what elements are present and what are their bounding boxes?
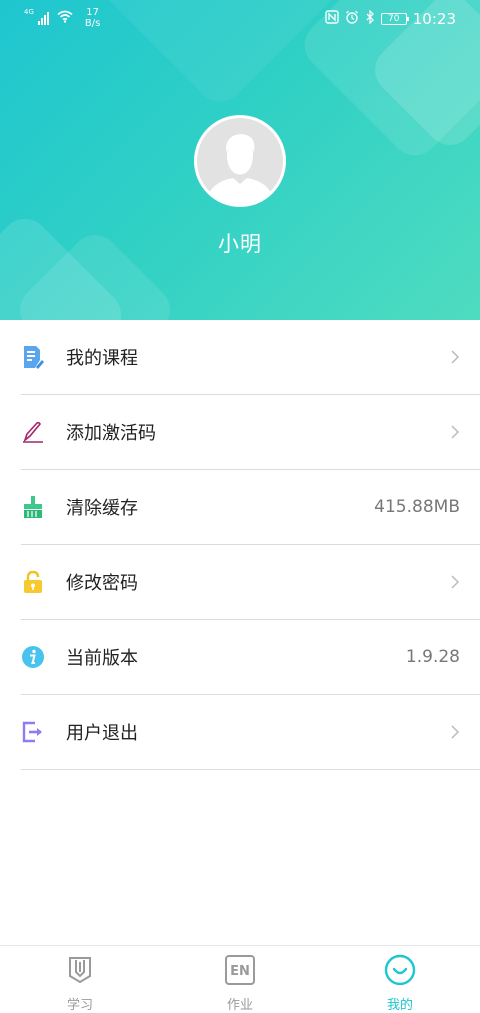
pencil-book-icon xyxy=(69,957,91,984)
profile-header: 4G 17 B/s 70 10:23 小明 xyxy=(0,0,480,320)
tab-study[interactable]: 学习 xyxy=(0,946,160,1013)
tab-label: 作业 xyxy=(226,998,253,1013)
menu-item-logout[interactable]: 用户退出 xyxy=(21,695,480,770)
logout-icon xyxy=(21,719,45,745)
chevron-right-icon xyxy=(451,425,460,439)
wifi-icon xyxy=(57,10,73,23)
signal-icon xyxy=(37,11,49,25)
en-icon: EN xyxy=(225,955,255,985)
chevron-right-icon xyxy=(451,350,460,364)
chevron-right-icon xyxy=(451,725,460,739)
menu-item-label: 修改密码 xyxy=(66,573,138,594)
nfc-icon xyxy=(325,10,339,28)
menu-item-clear-cache[interactable]: 清除缓存 415.88MB xyxy=(21,470,480,545)
speed-value: 17 xyxy=(86,7,99,18)
tab-label: 我的 xyxy=(386,998,413,1013)
username: 小明 xyxy=(218,232,262,256)
bottom-tab-bar: 学习 EN 作业 我的 xyxy=(0,945,480,1013)
lock-icon xyxy=(21,569,45,595)
menu-item-label: 用户退出 xyxy=(66,723,138,744)
version-value: 1.9.28 xyxy=(405,647,460,667)
battery-indicator: 70 xyxy=(380,13,409,25)
menu-item-change-password[interactable]: 修改密码 xyxy=(21,545,480,620)
avatar[interactable] xyxy=(194,115,286,207)
settings-menu: 我的课程 添加激活码 清除缓存 415.88MB 修改密码 当前版本 1.9.2… xyxy=(0,320,480,770)
pen-icon xyxy=(21,419,45,445)
alarm-icon xyxy=(345,10,359,28)
status-bar: 4G 17 B/s 70 10:23 xyxy=(0,0,480,40)
en-icon-text: EN xyxy=(230,964,250,979)
menu-item-label: 添加激活码 xyxy=(66,423,156,444)
menu-item-add-activation-code[interactable]: 添加激活码 xyxy=(21,395,480,470)
tab-label: 学习 xyxy=(66,998,93,1013)
speed-unit: B/s xyxy=(84,18,101,29)
cache-size-value: 415.88MB xyxy=(374,497,460,517)
course-document-icon xyxy=(21,344,45,370)
default-avatar-icon xyxy=(197,118,283,204)
smile-icon xyxy=(384,954,416,986)
menu-item-label: 我的课程 xyxy=(66,348,138,369)
tab-homework[interactable]: EN 作业 xyxy=(160,946,320,1013)
menu-item-label: 当前版本 xyxy=(66,648,138,669)
info-icon xyxy=(21,644,45,670)
menu-item-label: 清除缓存 xyxy=(66,498,138,519)
menu-item-current-version[interactable]: 当前版本 1.9.28 xyxy=(21,620,480,695)
tab-mine[interactable]: 我的 xyxy=(320,946,480,1013)
network-speed: 17 B/s xyxy=(85,7,100,29)
clock-time: 10:23 xyxy=(412,10,456,28)
chevron-right-icon xyxy=(451,575,460,589)
menu-item-my-courses[interactable]: 我的课程 xyxy=(21,320,480,395)
broom-icon xyxy=(21,494,45,520)
network-type: 4G xyxy=(24,8,34,16)
bluetooth-icon xyxy=(365,9,375,28)
